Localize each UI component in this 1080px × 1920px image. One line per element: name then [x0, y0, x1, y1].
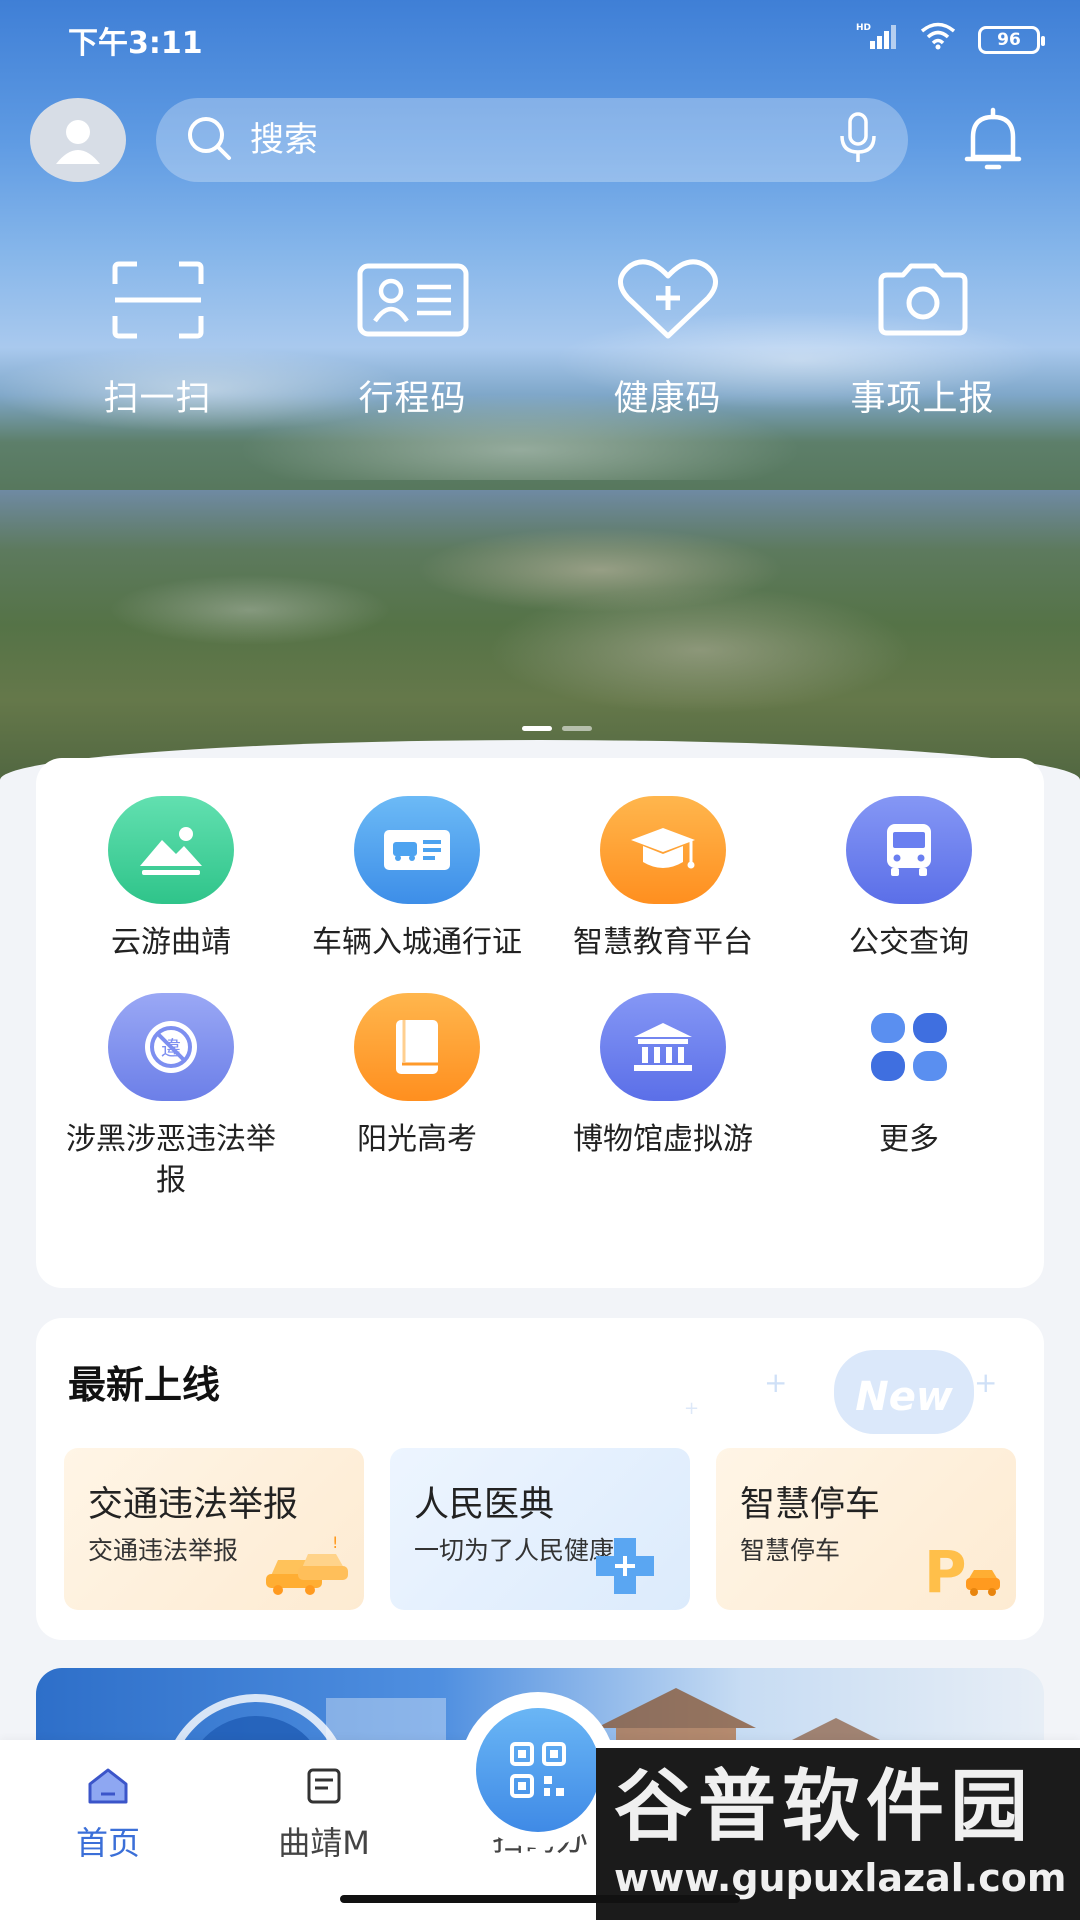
- watermark-url: www.gupuxlazal.com: [614, 1856, 1067, 1900]
- id-card-icon: [357, 250, 469, 350]
- service-cloud-tour[interactable]: 云游曲靖: [48, 796, 294, 963]
- quick-action-health[interactable]: 健康码: [540, 250, 795, 421]
- service-label: 公交查询: [849, 925, 969, 960]
- services-grid: 云游曲靖 车辆入城通行证 智慧教育平台 公交查询 違 涉黑涉恶违法举报 阳光高考…: [36, 796, 1044, 1201]
- service-more[interactable]: 更多: [786, 993, 1032, 1201]
- graduation-cap-icon: [600, 796, 726, 904]
- quick-action-label: 健康码: [613, 379, 722, 419]
- services-panel: 云游曲靖 车辆入城通行证 智慧教育平台 公交查询 違 涉黑涉恶违法举报 阳光高考…: [36, 758, 1044, 1288]
- svg-text:+: +: [974, 1366, 997, 1399]
- signal-icon: HD: [856, 21, 898, 59]
- museum-icon: [600, 993, 726, 1101]
- svg-text:P: P: [924, 1538, 967, 1598]
- carousel-dot-active: [522, 726, 552, 731]
- card-title: 人民医典: [414, 1485, 555, 1525]
- service-bus-query[interactable]: 公交查询: [786, 796, 1032, 963]
- qr-code-icon: [476, 1708, 600, 1832]
- status-bar: 下午3:11 HD 96: [0, 0, 1080, 80]
- quick-action-label: 行程码: [358, 379, 467, 419]
- battery-icon: 96: [978, 26, 1045, 54]
- medical-cross-icon: [590, 1534, 660, 1602]
- scan-code-button[interactable]: [460, 1692, 616, 1848]
- card-smart-parking[interactable]: 智慧停车 智慧停车 P: [716, 1448, 1016, 1610]
- service-smart-education[interactable]: 智慧教育平台: [540, 796, 786, 963]
- carousel-dot: [562, 726, 592, 731]
- vehicle-pass-icon: [354, 796, 480, 904]
- watermark-title: 谷普软件园: [614, 1762, 1035, 1852]
- battery-level: 96: [997, 30, 1021, 50]
- service-vehicle-pass[interactable]: 车辆入城通行证: [294, 796, 540, 963]
- svg-text:!: !: [332, 1534, 338, 1552]
- service-label: 车辆入城通行证: [312, 925, 522, 960]
- quick-action-report[interactable]: 事项上报: [795, 250, 1050, 421]
- carousel-indicator: [522, 726, 592, 731]
- microphone-icon[interactable]: [838, 112, 878, 168]
- quick-action-itinerary[interactable]: 行程码: [285, 250, 540, 421]
- quick-actions: 扫一扫 行程码 健康码 事项上报: [30, 250, 1050, 421]
- search-bar[interactable]: [156, 98, 908, 182]
- card-title: 智慧停车: [740, 1485, 881, 1525]
- section-title: 最新上线: [68, 1363, 221, 1407]
- search-input[interactable]: [250, 120, 838, 160]
- svg-text:+: +: [764, 1366, 787, 1399]
- card-traffic-report[interactable]: 交通违法举报 交通违法举报 !: [64, 1448, 364, 1610]
- svg-text:New: New: [855, 1374, 954, 1420]
- service-museum-tour[interactable]: 博物馆虚拟游: [540, 993, 786, 1201]
- new-badge-decoration: + + + New: [684, 1332, 1014, 1446]
- card-people-medical[interactable]: 人民医典 一切为了人民健康: [390, 1448, 690, 1610]
- more-grid-icon: [846, 993, 972, 1101]
- service-label: 博物馆虚拟游: [573, 1122, 753, 1157]
- card-title: 交通违法举报: [88, 1485, 299, 1525]
- notification-bell-icon[interactable]: [958, 98, 1028, 182]
- tab-home[interactable]: 首页: [0, 1766, 216, 1920]
- service-sunshine-exam[interactable]: 阳光高考: [294, 993, 540, 1201]
- camera-icon: [875, 250, 971, 350]
- home-icon: [86, 1766, 130, 1810]
- user-icon: [56, 120, 100, 164]
- cars-icon: !: [262, 1533, 352, 1602]
- service-label: 云游曲靖: [111, 925, 231, 960]
- service-label: 阳光高考: [357, 1122, 477, 1157]
- tab-label: 首页: [75, 1824, 140, 1862]
- svg-text:HD: HD: [856, 23, 871, 33]
- tab-label: 曲靖M: [278, 1824, 370, 1862]
- quick-action-label: 扫一扫: [103, 379, 212, 419]
- scan-icon: [111, 250, 205, 350]
- bus-icon: [846, 796, 972, 904]
- home-indicator[interactable]: [340, 1895, 740, 1903]
- prohibited-icon: 違: [108, 993, 234, 1101]
- book-icon: [354, 993, 480, 1101]
- service-label: 涉黑涉恶违法举报: [66, 1122, 276, 1198]
- quick-action-label: 事项上报: [850, 379, 995, 419]
- search-icon: [186, 115, 232, 165]
- status-time: 下午3:11: [68, 26, 203, 61]
- svg-text:違: 違: [161, 1036, 181, 1060]
- landscape-icon: [108, 796, 234, 904]
- top-bar: [30, 95, 1050, 185]
- avatar[interactable]: [30, 98, 126, 182]
- service-label: 更多: [879, 1122, 939, 1157]
- heart-plus-icon: [616, 250, 720, 350]
- svg-text:+: +: [684, 1398, 699, 1419]
- document-icon: [304, 1766, 344, 1810]
- newest-section: 最新上线 + + + New 交通违法举报 交通违法举报 ! 人民医典 一切为了…: [36, 1318, 1044, 1640]
- service-crime-report[interactable]: 違 涉黑涉恶违法举报: [48, 993, 294, 1201]
- service-label: 智慧教育平台: [573, 925, 753, 960]
- quick-action-scan[interactable]: 扫一扫: [30, 250, 285, 421]
- wifi-icon: [920, 22, 956, 58]
- parking-icon: P: [924, 1538, 1004, 1606]
- newest-cards: 交通违法举报 交通违法举报 ! 人民医典 一切为了人民健康 智慧停车 智慧停车 …: [64, 1448, 1016, 1610]
